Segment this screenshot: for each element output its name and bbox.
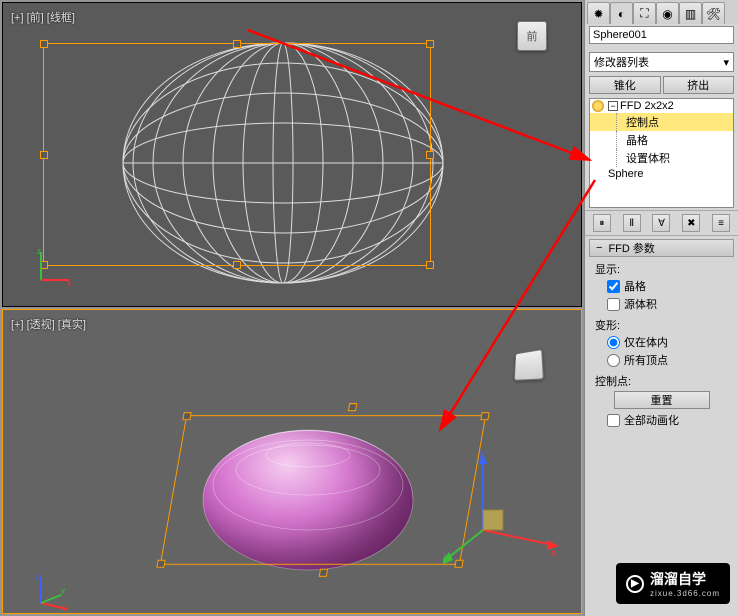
stack-sub-control-points[interactable]: 控制点 <box>590 113 733 131</box>
group-controlpoints-label: 控制点: <box>595 373 728 389</box>
chevron-down-icon: ▾ <box>723 56 729 69</box>
svg-text:y: y <box>443 552 446 563</box>
group-deform-label: 变形: <box>595 317 728 333</box>
opt-all-vertices[interactable]: 所有顶点 <box>595 351 728 369</box>
lightbulb-icon[interactable] <box>592 100 604 112</box>
play-icon: ▶ <box>626 575 644 593</box>
command-panel-tabs: ✹ ◐ ⛶ ◉ ▥ 🛠 <box>585 0 738 24</box>
make-unique-button[interactable]: ∀ <box>652 214 670 232</box>
command-panel: ✹ ◐ ⛶ ◉ ▥ 🛠 修改器列表 ▾ 锥化 挤出 − FFD 2x2x2 控制… <box>584 0 738 616</box>
tab-display[interactable]: ▥ <box>679 2 702 24</box>
stack-sub-set-volume[interactable]: 设置体积 <box>590 149 733 167</box>
ffd-lattice-front[interactable] <box>43 43 431 266</box>
opt-lattice[interactable]: 晶格 <box>595 277 728 295</box>
pin-stack-button[interactable]: ⏸ <box>593 214 611 232</box>
tab-motion[interactable]: ◉ <box>656 2 679 24</box>
svg-text:z: z <box>479 450 484 461</box>
viewport-label-front[interactable]: [+] [前] [线框] <box>11 9 75 25</box>
viewport-front-wireframe[interactable]: [+] [前] [线框] <box>2 2 582 307</box>
stack-item-label: FFD 2x2x2 <box>620 100 674 112</box>
stack-sub-lattice[interactable]: 晶格 <box>590 131 733 149</box>
rollout-ffd-params[interactable]: −FFD 参数 <box>589 239 734 257</box>
viewcube-perspective[interactable] <box>513 350 553 390</box>
viewport-label-perspective[interactable]: [+] [透视] [真实] <box>11 316 86 332</box>
remove-modifier-button[interactable]: ✖ <box>682 214 700 232</box>
reset-button[interactable]: 重置 <box>614 391 710 409</box>
stack-item-label: Sphere <box>608 168 643 180</box>
group-display-label: 显示: <box>595 261 728 277</box>
stack-item-sphere[interactable]: Sphere <box>590 167 733 181</box>
viewport-perspective-realistic[interactable]: [+] [透视] [真实] <box>2 309 582 614</box>
modifier-list-dropdown[interactable]: 修改器列表 ▾ <box>589 52 734 72</box>
stack-item-ffd[interactable]: − FFD 2x2x2 <box>590 99 733 113</box>
stack-toolbar: ⏸ Ⅱ ∀ ✖ ≡ <box>585 210 738 236</box>
configure-sets-button[interactable]: ≡ <box>712 214 730 232</box>
rollout-ffd-body: 显示: 晶格 源体积 变形: 仅在体内 所有顶点 控制点: 重置 全部动画化 <box>589 257 734 437</box>
modifier-stack[interactable]: − FFD 2x2x2 控制点 晶格 设置体积 Sphere <box>589 98 734 208</box>
svg-text:x: x <box>551 548 556 559</box>
watermark-url: zixue.3d66.com <box>650 589 720 598</box>
tab-hierarchy[interactable]: ⛶ <box>633 2 656 24</box>
show-end-result-button[interactable]: Ⅱ <box>623 214 641 232</box>
tab-create[interactable]: ✹ <box>587 2 610 24</box>
viewcube-front[interactable]: 前 <box>517 21 557 61</box>
tab-modify[interactable]: ◐ <box>610 2 633 24</box>
object-name-field <box>589 26 734 48</box>
watermark-text: 溜溜自学 <box>650 571 706 587</box>
modifier-list-label: 修改器列表 <box>594 54 649 70</box>
ffd-lattice-perspective[interactable] <box>160 415 486 565</box>
watermark: ▶ 溜溜自学 zixue.3d66.com <box>616 563 730 604</box>
opt-only-inside[interactable]: 仅在体内 <box>595 333 728 351</box>
object-name-input[interactable] <box>589 26 734 44</box>
tab-utilities[interactable]: 🛠 <box>702 2 725 24</box>
modifier-extrude-button[interactable]: 挤出 <box>663 76 735 94</box>
move-gizmo[interactable]: z x y <box>443 450 563 570</box>
opt-source-volume[interactable]: 源体积 <box>595 295 728 313</box>
modifier-taper-button[interactable]: 锥化 <box>589 76 661 94</box>
opt-all-animate[interactable]: 全部动画化 <box>595 411 728 429</box>
collapse-toggle-icon[interactable]: − <box>608 101 618 111</box>
viewport-area: [+] [前] [线框] <box>0 0 584 616</box>
